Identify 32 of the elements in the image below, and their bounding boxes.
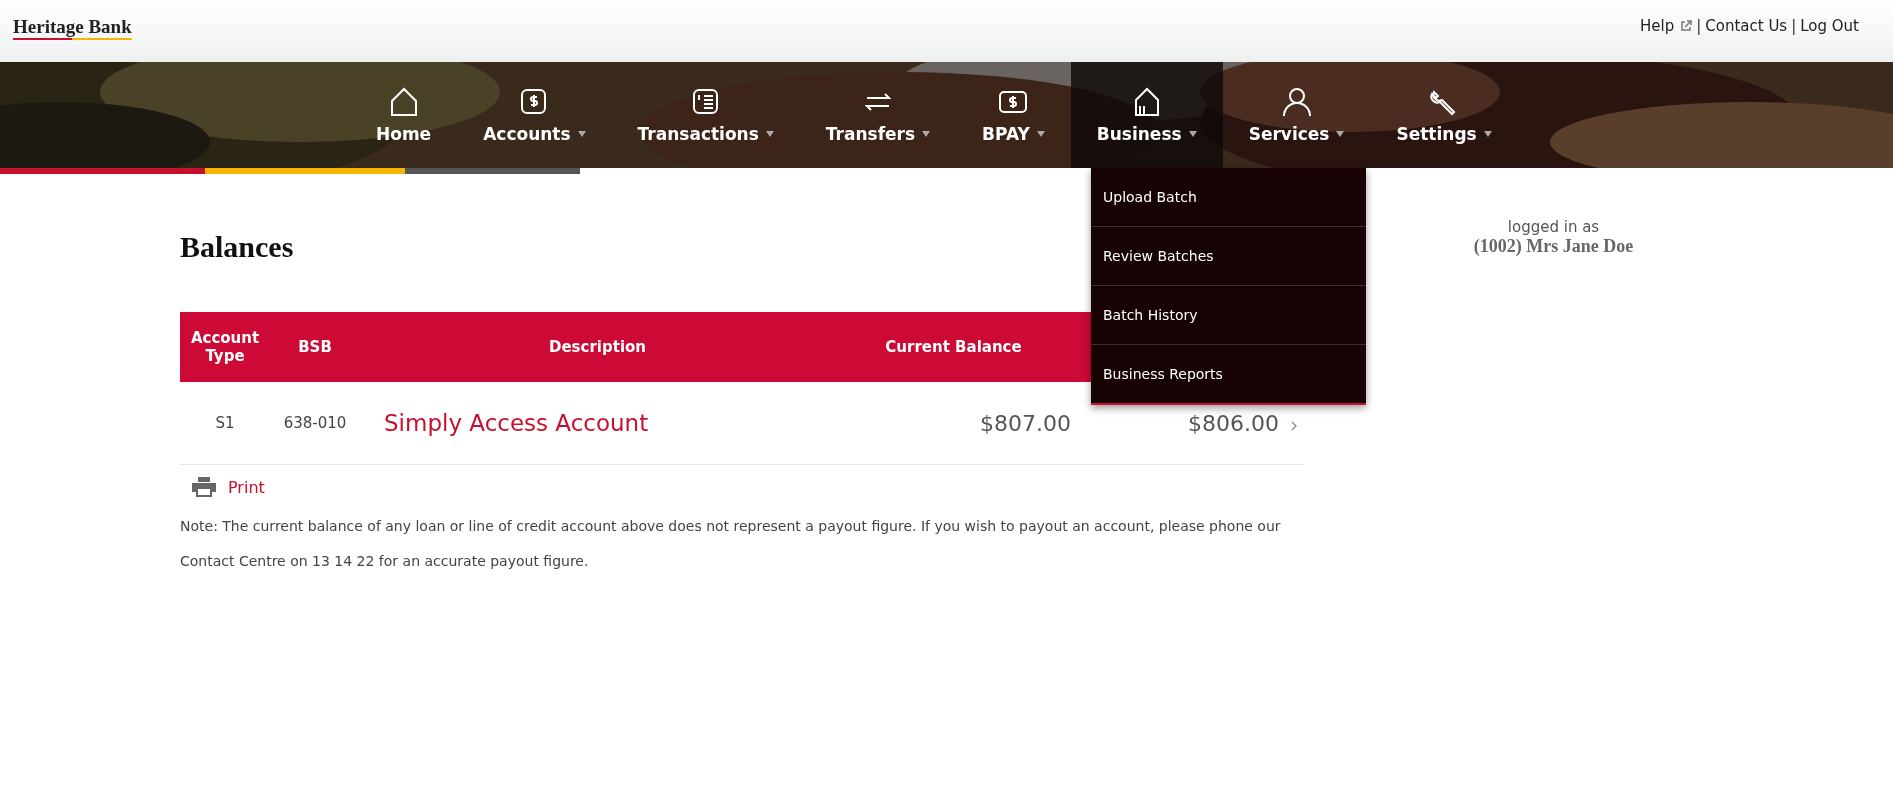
- column-header: Current Balance: [835, 312, 1072, 382]
- menu-item[interactable]: Upload Batch: [1091, 168, 1366, 226]
- print-link[interactable]: Print: [228, 477, 265, 497]
- menu-item[interactable]: Review Batches: [1091, 226, 1366, 285]
- table-cell: S1: [215, 414, 235, 432]
- nav-tab[interactable]: Settings: [1370, 62, 1518, 168]
- user-name: (1002) Mrs Jane Doe: [1472, 236, 1635, 257]
- nav-tab[interactable]: Transfers: [799, 62, 957, 168]
- nav-tab[interactable]: Accounts: [457, 62, 612, 168]
- person-icon: [1280, 86, 1313, 118]
- nav-tab[interactable]: Services: [1222, 62, 1371, 168]
- nav-tab[interactable]: BPAY: [956, 62, 1071, 168]
- note-text: Note: The current balance of any loan or line of credit account above does not represent a payout figure. If you wish to payout an account, please phone our Contact Centre on 13 14 22 for an accurate payout figure.: [180, 517, 1282, 571]
- header-link[interactable]: Log Out: [1800, 17, 1859, 35]
- column-header: Description: [360, 312, 835, 382]
- printer-icon[interactable]: [192, 477, 216, 497]
- header-link[interactable]: Contact Us: [1705, 17, 1788, 35]
- table-cell: 638-010: [283, 414, 347, 432]
- table-cell: $806.00: [1188, 410, 1279, 436]
- nav-tab[interactable]: Business: [1070, 62, 1223, 168]
- nav-tab[interactable]: Home: [350, 62, 458, 168]
- table-cell: $807.00: [980, 410, 1071, 436]
- chevron-icon[interactable]: [1291, 420, 1297, 431]
- page-title: Balances: [180, 230, 294, 264]
- link-separator: |: [1791, 17, 1797, 35]
- header-link[interactable]: Help: [1640, 17, 1675, 35]
- nav-tab[interactable]: Transactions: [611, 62, 800, 168]
- account-link[interactable]: Simply Access Account: [384, 410, 649, 436]
- column-header: Account Type: [180, 312, 270, 382]
- column-header: BSB: [270, 312, 360, 382]
- logged-in-label: logged in as: [1506, 218, 1601, 236]
- link-separator: |: [1696, 17, 1702, 35]
